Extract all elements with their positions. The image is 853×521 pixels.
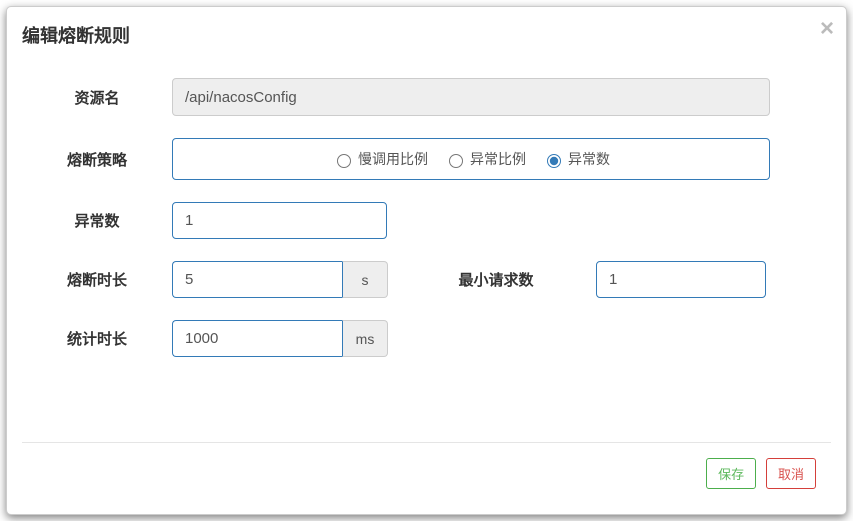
strategy-slow-ratio-text: 慢调用比例 bbox=[358, 149, 428, 169]
modal-header: 编辑熔断规则 × bbox=[7, 7, 846, 63]
count-label: 异常数 bbox=[22, 210, 172, 231]
strategy-slow-ratio-radio[interactable] bbox=[337, 154, 351, 168]
modal-footer: 保存 取消 bbox=[22, 442, 831, 504]
strategy-radio-group: 慢调用比例 异常比例 异常数 bbox=[172, 138, 770, 180]
strategy-label: 熔断策略 bbox=[22, 149, 172, 170]
cancel-button[interactable]: 取消 bbox=[766, 458, 816, 489]
count-input[interactable] bbox=[172, 202, 387, 239]
strategy-error-count-text: 异常数 bbox=[568, 149, 610, 169]
strategy-error-ratio-radio[interactable] bbox=[449, 154, 463, 168]
stat-interval-unit: ms bbox=[342, 320, 388, 357]
stat-interval-label: 统计时长 bbox=[22, 328, 172, 349]
time-window-unit: s bbox=[342, 261, 388, 298]
time-window-input[interactable] bbox=[172, 261, 342, 298]
resource-label: 资源名 bbox=[22, 87, 172, 108]
stat-interval-input[interactable] bbox=[172, 320, 342, 357]
resource-input bbox=[172, 78, 770, 116]
strategy-slow-ratio-option[interactable]: 慢调用比例 bbox=[332, 149, 428, 169]
close-icon[interactable]: × bbox=[820, 17, 834, 41]
strategy-error-count-radio[interactable] bbox=[547, 154, 561, 168]
edit-circuit-breaker-modal: 编辑熔断规则 × 资源名 熔断策略 慢调用比例 异常比例 bbox=[6, 6, 847, 515]
save-button[interactable]: 保存 bbox=[706, 458, 756, 489]
time-window-label: 熔断时长 bbox=[22, 269, 172, 290]
strategy-error-ratio-option[interactable]: 异常比例 bbox=[444, 149, 526, 169]
min-request-label: 最小请求数 bbox=[426, 269, 566, 290]
strategy-error-count-option[interactable]: 异常数 bbox=[542, 149, 610, 169]
modal-title: 编辑熔断规则 bbox=[22, 22, 831, 48]
strategy-error-ratio-text: 异常比例 bbox=[470, 149, 526, 169]
min-request-input[interactable] bbox=[596, 261, 766, 298]
modal-body: 资源名 熔断策略 慢调用比例 异常比例 bbox=[7, 63, 846, 357]
